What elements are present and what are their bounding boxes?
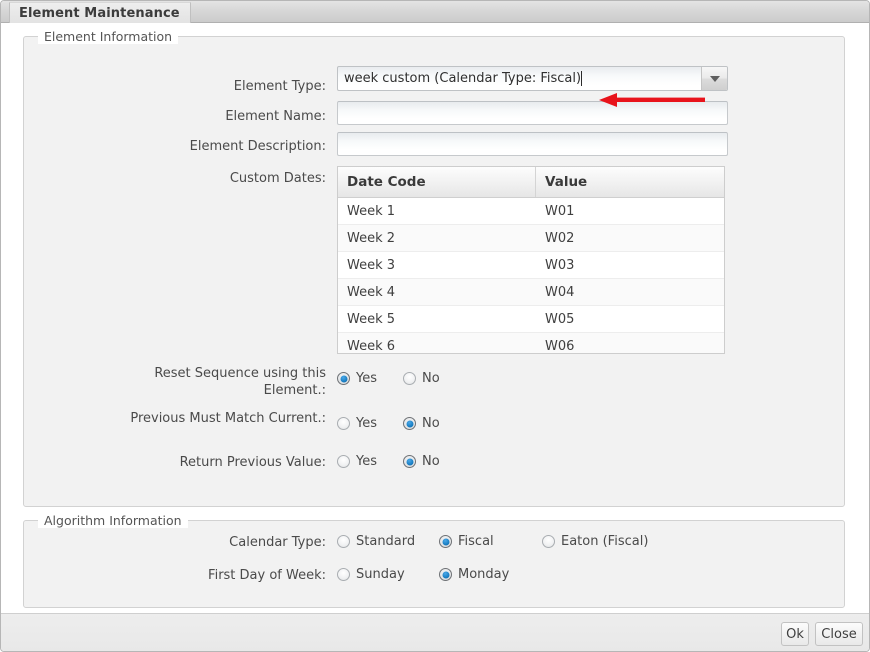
- first-day-of-week-option-monday[interactable]: Monday: [439, 567, 509, 582]
- radio-indicator[interactable]: [337, 372, 350, 385]
- radio-option-label: Yes: [356, 416, 377, 431]
- radio-option-label: Standard: [356, 534, 416, 549]
- table-row[interactable]: Week 3 W03: [338, 252, 724, 279]
- close-button[interactable]: Close: [815, 622, 863, 646]
- radio-indicator[interactable]: [403, 417, 416, 430]
- radio-option-label: Yes: [356, 371, 377, 386]
- custom-dates-label: Custom Dates:: [229, 171, 326, 186]
- column-header-date-code: Date Code: [338, 167, 536, 197]
- element-name-input[interactable]: [337, 101, 728, 125]
- table-row[interactable]: Week 1 W01: [338, 198, 724, 225]
- calendar-type-label: Calendar Type:: [229, 535, 326, 550]
- ok-button[interactable]: Ok: [781, 622, 809, 646]
- radio-indicator[interactable]: [439, 568, 452, 581]
- radio-option-label: Yes: [356, 454, 377, 469]
- cell-date-code: Week 2: [347, 230, 396, 246]
- cell-value: W01: [545, 203, 575, 219]
- radio-indicator[interactable]: [542, 535, 555, 548]
- return-previous-value-label: Return Previous Value:: [179, 455, 326, 470]
- chevron-down-icon: [709, 75, 720, 82]
- cell-date-code: Week 1: [347, 203, 396, 219]
- cell-date-code: Week 5: [347, 311, 396, 327]
- reset-sequence-label: Reset Sequence using this Element.:: [154, 366, 326, 398]
- first-day-of-week-radio-group[interactable]: Sunday Monday: [337, 567, 509, 582]
- calendar-type-option-eaton-fiscal[interactable]: Eaton (Fiscal): [542, 534, 648, 549]
- return-previous-value-option-no[interactable]: No: [403, 454, 440, 469]
- previous-must-match-radio-group[interactable]: Yes No: [337, 416, 440, 431]
- algorithm-information-legend: Algorithm Information: [38, 513, 188, 528]
- cell-date-code: Week 3: [347, 257, 396, 273]
- element-type-value[interactable]: week custom (Calendar Type: Fiscal): [338, 67, 701, 90]
- radio-indicator[interactable]: [337, 535, 350, 548]
- table-row[interactable]: Week 5 W05: [338, 306, 724, 333]
- radio-indicator[interactable]: [403, 455, 416, 468]
- calendar-type-option-fiscal[interactable]: Fiscal: [439, 534, 542, 549]
- element-information-legend: Element Information: [38, 29, 179, 44]
- table-row[interactable]: Week 2 W02: [338, 225, 724, 252]
- table-row[interactable]: Week 4 W04: [338, 279, 724, 306]
- previous-must-match-option-yes[interactable]: Yes: [337, 416, 403, 431]
- cell-value: W03: [545, 257, 575, 273]
- cell-date-code: Week 6: [347, 338, 396, 354]
- radio-option-label: Sunday: [356, 567, 405, 582]
- element-description-label: Element Description:: [189, 139, 326, 154]
- reset-sequence-radio-group[interactable]: Yes No: [337, 371, 440, 386]
- previous-must-match-option-no[interactable]: No: [403, 416, 440, 431]
- element-type-value-text: week custom (Calendar Type: Fiscal): [344, 71, 582, 86]
- first-day-of-week-label: First Day of Week:: [208, 568, 326, 583]
- element-name-label: Element Name:: [225, 109, 326, 124]
- cell-value: W05: [545, 311, 575, 327]
- radio-indicator[interactable]: [337, 568, 350, 581]
- table-row[interactable]: Week 6 W06: [338, 333, 724, 354]
- element-maintenance-window: Element Maintenance Element Information …: [0, 0, 870, 652]
- element-type-dropdown-button[interactable]: [701, 67, 727, 90]
- radio-indicator[interactable]: [439, 535, 452, 548]
- radio-indicator[interactable]: [337, 417, 350, 430]
- reset-sequence-option-yes[interactable]: Yes: [337, 371, 403, 386]
- custom-dates-table-header: Date Code Value: [338, 167, 724, 198]
- custom-dates-table[interactable]: Date Code Value Week 1 W01 Week 2 W02 We…: [337, 166, 725, 354]
- element-type-dropdown[interactable]: week custom (Calendar Type: Fiscal): [337, 66, 728, 91]
- dialog-footer: Ok Close: [1, 613, 869, 651]
- reset-sequence-option-no[interactable]: No: [403, 371, 440, 386]
- column-header-value: Value: [545, 174, 588, 190]
- radio-option-label: Eaton (Fiscal): [561, 534, 649, 549]
- element-description-input[interactable]: [337, 132, 728, 156]
- radio-indicator[interactable]: [337, 455, 350, 468]
- window-titlebar: Element Maintenance: [1, 1, 869, 23]
- cell-value: W04: [545, 284, 575, 300]
- radio-indicator[interactable]: [403, 372, 416, 385]
- text-caret: [581, 71, 583, 86]
- first-day-of-week-option-sunday[interactable]: Sunday: [337, 567, 439, 582]
- radio-option-label: Fiscal: [458, 534, 494, 549]
- element-type-label: Element Type:: [233, 79, 326, 94]
- cell-value: W02: [545, 230, 575, 246]
- dialog-content: Element Information Element Type: week c…: [1, 23, 869, 613]
- radio-option-label: Monday: [458, 567, 510, 582]
- calendar-type-option-standard[interactable]: Standard: [337, 534, 439, 549]
- previous-must-match-label: Previous Must Match Current.:: [130, 411, 326, 426]
- radio-option-label: No: [422, 371, 440, 386]
- cell-value: W06: [545, 338, 575, 354]
- return-previous-value-radio-group[interactable]: Yes No: [337, 454, 440, 469]
- calendar-type-radio-group[interactable]: Standard Fiscal Eaton (Fiscal): [337, 534, 648, 549]
- cell-date-code: Week 4: [347, 284, 396, 300]
- radio-option-label: No: [422, 416, 440, 431]
- window-title: Element Maintenance: [19, 5, 180, 21]
- window-title-tab: Element Maintenance: [9, 2, 191, 23]
- radio-option-label: No: [422, 454, 440, 469]
- return-previous-value-option-yes[interactable]: Yes: [337, 454, 403, 469]
